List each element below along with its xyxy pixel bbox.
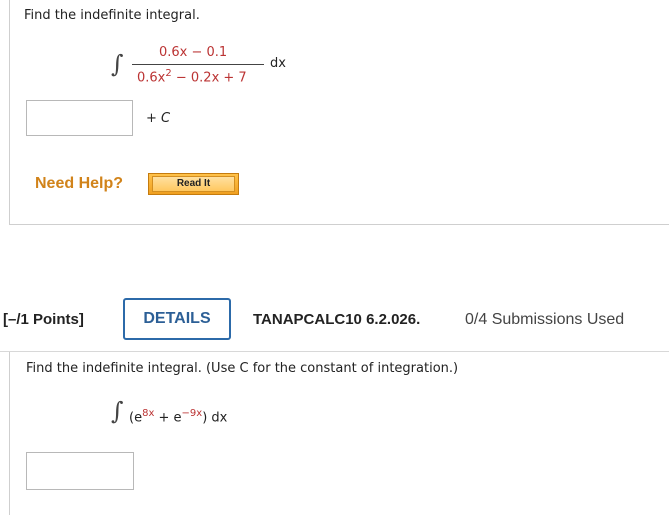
read-it-button[interactable]: Read It: [148, 173, 239, 195]
exponent-2: −9x: [181, 408, 203, 419]
constant-c: C: [161, 111, 171, 126]
denominator-term-1: 0.6x: [137, 70, 166, 86]
paren-e: (e: [129, 410, 143, 426]
details-button[interactable]: DETAILS: [123, 298, 231, 340]
exponent-1: 8x: [142, 408, 155, 419]
q1-numerator: 0.6x − 0.1: [159, 45, 228, 60]
integral-sign: ∫: [111, 50, 124, 78]
question-2-header: [–/1 Points] DETAILS TANAPCALC10 6.2.026…: [0, 296, 669, 352]
q2-integrand: (e8x + e−9x) dx: [129, 408, 227, 425]
denominator-term-2: − 0.2x + 7: [171, 70, 247, 86]
plus-sign: +: [146, 111, 162, 126]
integral-sign-2: ∫: [111, 397, 124, 425]
q1-prompt: Find the indefinite integral.: [24, 8, 200, 23]
q2-dx: dx: [211, 410, 228, 426]
q1-answer-input[interactable]: [26, 100, 133, 136]
q2-answer-input[interactable]: [26, 452, 134, 490]
plus-e: + e: [154, 410, 182, 426]
q1-denominator: 0.6x2 − 0.2x + 7: [137, 68, 247, 85]
question-2-panel: [9, 352, 669, 515]
fraction-bar: [132, 64, 264, 65]
question-code: TANAPCALC10 6.2.026.: [253, 311, 421, 328]
plus-c-label: + C: [146, 111, 170, 126]
points-label: [–/1 Points]: [3, 311, 84, 328]
need-help-label: Need Help?: [35, 175, 124, 192]
q1-dx: dx: [270, 56, 286, 71]
q2-prompt: Find the indefinite integral. (Use C for…: [26, 361, 459, 376]
submissions-used: 0/4 Submissions Used: [465, 311, 625, 328]
close-paren: ): [202, 410, 208, 426]
read-it-label: Read It: [152, 176, 235, 192]
